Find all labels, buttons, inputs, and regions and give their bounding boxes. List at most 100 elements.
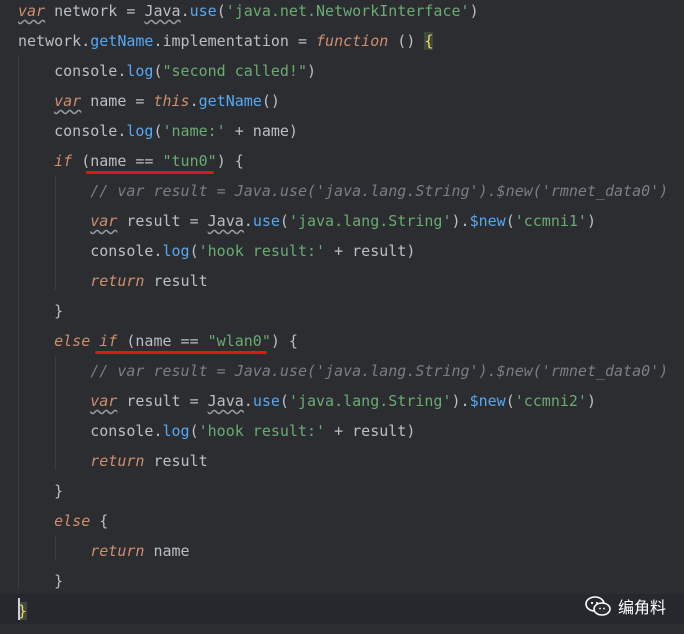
code-line[interactable]: var result = Java.use('java.lang.String'… <box>18 390 596 412</box>
code-token: ( <box>189 242 199 260</box>
code-line[interactable]: else if (name == "wlan0") { <box>18 330 298 352</box>
watermark-label: 编角料 <box>617 598 666 617</box>
code-token: { <box>90 512 109 530</box>
code-token: 'name:' <box>162 122 226 140</box>
code-token: + name) <box>225 122 298 140</box>
code-token: ( <box>189 422 199 440</box>
code-token: if <box>54 152 73 170</box>
red-annotation-underline <box>86 171 214 174</box>
code-token: use <box>252 392 280 410</box>
watermark: 编角料 <box>584 594 666 618</box>
code-editor[interactable]: var network = Java.use('java.net.Network… <box>0 0 684 634</box>
code-token: ( <box>216 2 226 20</box>
code-token: Java <box>144 2 181 20</box>
code-token: getName <box>198 92 262 110</box>
code-token: return <box>90 272 145 290</box>
code-token: getName <box>90 32 154 50</box>
code-line[interactable]: return name <box>18 540 190 562</box>
code-token: ) <box>469 2 479 20</box>
code-token: result = <box>117 212 208 230</box>
code-token: } <box>18 482 64 500</box>
code-line[interactable]: } <box>18 480 63 502</box>
code-line[interactable]: network.getName.implementation = functio… <box>18 30 434 52</box>
code-line[interactable]: console.log("second called!") <box>18 60 316 82</box>
code-line[interactable]: } <box>18 570 63 592</box>
code-token: 'java.lang.String' <box>288 392 452 410</box>
code-token: "tun0" <box>162 152 217 170</box>
code-token: log <box>126 122 154 140</box>
code-token: . <box>243 212 253 230</box>
code-token: Java <box>207 392 244 410</box>
code-token: { <box>424 32 434 50</box>
code-token: result <box>144 452 208 470</box>
code-token: name = <box>81 92 154 110</box>
code-token: name <box>144 542 190 560</box>
code-token: console. <box>18 242 163 260</box>
code-token: 'java.lang.String' <box>288 212 452 230</box>
code-token: use <box>252 212 280 230</box>
code-token: log <box>162 242 190 260</box>
code-token: ( <box>505 212 515 230</box>
code-token: if <box>99 332 118 350</box>
code-token: $new <box>469 392 506 410</box>
code-token: "second called!" <box>162 62 308 80</box>
code-token: return <box>90 452 145 470</box>
code-token: console. <box>18 122 127 140</box>
code-token: (name == <box>72 152 163 170</box>
code-token: } <box>18 572 64 590</box>
code-token: var <box>90 212 118 230</box>
code-token: "wlan0" <box>207 332 271 350</box>
code-token: else <box>54 332 91 350</box>
code-line[interactable]: console.log('hook result:' + result) <box>18 420 415 442</box>
code-token: var <box>18 2 46 20</box>
code-token: else <box>54 512 91 530</box>
code-line[interactable]: console.log('name:' + name) <box>18 120 298 142</box>
text-caret <box>18 598 20 620</box>
code-line[interactable]: return result <box>18 450 208 472</box>
code-token: network = <box>45 2 145 20</box>
code-line[interactable]: console.log('hook result:' + result) <box>18 240 415 262</box>
code-token: ( <box>505 392 515 410</box>
code-token: ( <box>279 212 289 230</box>
code-token: + result) <box>325 422 416 440</box>
code-token: this <box>153 92 190 110</box>
code-line[interactable]: // var result = Java.use('java.lang.Stri… <box>18 360 668 382</box>
code-token: ) <box>307 62 317 80</box>
code-token: // var result = Java.use('java.lang.Stri… <box>18 362 669 380</box>
code-token: + result) <box>325 242 416 260</box>
code-line[interactable]: return result <box>18 270 207 292</box>
code-token: ) <box>586 212 596 230</box>
code-token: var <box>90 392 118 410</box>
code-token: 'hook result:' <box>198 242 326 260</box>
code-token: // var result = Java.use('java.lang.Stri… <box>18 182 669 200</box>
wechat-icon <box>585 596 611 616</box>
code-token: network. <box>18 32 91 50</box>
code-token: console. <box>18 62 127 80</box>
code-token: ( <box>153 62 163 80</box>
code-line[interactable]: // var result = Java.use('java.lang.Stri… <box>18 180 668 202</box>
code-token: result = <box>117 392 208 410</box>
code-token: () <box>261 92 280 110</box>
code-line[interactable]: else { <box>18 510 108 532</box>
code-token: log <box>126 62 154 80</box>
code-line[interactable]: if (name == "tun0") { <box>18 150 244 172</box>
code-line[interactable]: } <box>18 300 63 322</box>
code-token: use <box>189 2 217 20</box>
code-line[interactable]: var result = Java.use('java.lang.String'… <box>18 210 596 232</box>
code-line[interactable]: var network = Java.use('java.net.Network… <box>18 0 479 22</box>
code-token: Java <box>207 212 244 230</box>
code-token: ( <box>279 392 289 410</box>
code-token: 'java.net.NetworkInterface' <box>225 2 470 20</box>
code-token: . <box>180 2 190 20</box>
code-line[interactable]: var name = this.getName() <box>18 90 280 112</box>
code-token: 'hook result:' <box>198 422 326 440</box>
current-line-highlight <box>0 594 684 624</box>
